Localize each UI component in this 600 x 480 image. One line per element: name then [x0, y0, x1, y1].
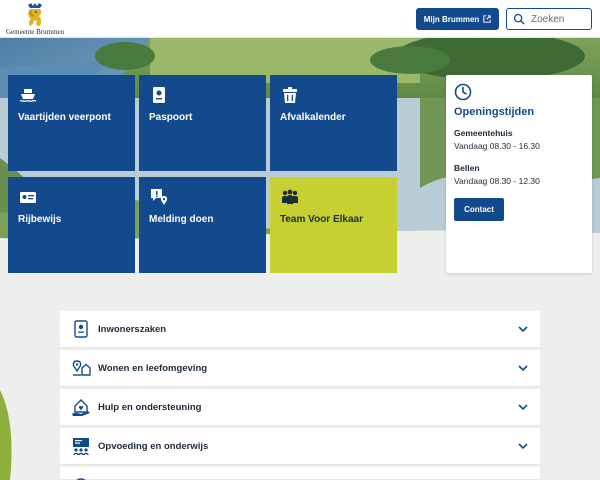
mijn-brummen-button[interactable]: Mijn Brummen	[416, 8, 499, 30]
resident-icon	[74, 320, 88, 338]
accordion-item-partial[interactable]	[60, 467, 540, 480]
gemeentehuis-label: Gemeentehuis	[454, 128, 513, 138]
tile-label: Afvalkalender	[280, 112, 346, 123]
accordion-item-wonen-en-leefomgeving[interactable]: Wonen en leefomgeving	[60, 350, 540, 387]
tile-label: Team Voor Elkaar	[280, 214, 363, 225]
living-environment-icon	[72, 360, 91, 376]
external-link-icon	[483, 15, 491, 23]
accordion-label: Opvoeding en onderwijs	[98, 441, 209, 452]
tile-label: Melding doen	[149, 214, 214, 225]
bellen-label: Bellen	[454, 163, 480, 173]
tile-melding-doen[interactable]: Melding doen	[139, 177, 266, 273]
accordion-item-hulp-en-ondersteuning[interactable]: Hulp en ondersteuning	[60, 389, 540, 426]
accordion-item-inwonerszaken[interactable]: Inwonerszaken	[60, 311, 540, 348]
partial-category-icon	[76, 478, 86, 480]
tile-label: Paspoort	[149, 112, 193, 123]
tile-team-voor-elkaar[interactable]: Team Voor Elkaar	[270, 177, 397, 273]
gemeentehuis-hours: Vandaag 08.30 - 16.30	[454, 141, 540, 151]
tile-vaartijden-veerpont[interactable]: Vaartijden veerpont	[8, 75, 135, 171]
opening-hours-title: Openingstijden	[454, 106, 535, 118]
search-box[interactable]	[506, 8, 592, 30]
team-icon	[282, 189, 298, 204]
site-header: Gemeente Brummen Mijn Brummen	[0, 0, 600, 38]
logo-text: Gemeente Brummen	[6, 28, 65, 36]
search-input[interactable]	[531, 13, 591, 25]
accordion-item-opvoeding-en-onderwijs[interactable]: Opvoeding en onderwijs	[60, 428, 540, 465]
mijn-brummen-label: Mijn Brummen	[423, 14, 480, 24]
tile-label: Vaartijden veerpont	[18, 112, 111, 123]
decorative-swoosh	[0, 390, 12, 480]
municipality-logo[interactable]: Gemeente Brummen	[6, 2, 64, 36]
tile-rijbewijs[interactable]: Rijbewijs	[8, 177, 135, 273]
bellen-hours: Vandaag 08.30 - 12.30	[454, 176, 540, 186]
ferry-icon	[19, 89, 37, 102]
driving-license-icon	[20, 192, 36, 203]
tile-label: Rijbewijs	[18, 214, 62, 225]
tile-afvalkalender[interactable]: Afvalkalender	[270, 75, 397, 171]
chevron-down-icon	[518, 404, 528, 411]
search-icon	[513, 13, 525, 25]
report-location-icon	[151, 189, 168, 205]
accordion-label: Inwonerszaken	[98, 324, 167, 335]
contact-button[interactable]: Contact	[454, 198, 504, 221]
passport-icon	[153, 87, 165, 103]
waste-bin-icon	[283, 87, 297, 103]
clock-icon	[454, 83, 472, 101]
tile-paspoort[interactable]: Paspoort	[139, 75, 266, 171]
opening-hours-card: Openingstijden Gemeentehuis Vandaag 08.3…	[446, 75, 592, 273]
chevron-down-icon	[518, 326, 528, 333]
accordion-label: Hulp en ondersteuning	[98, 402, 202, 413]
support-icon	[72, 399, 90, 416]
accordion-label: Wonen en leefomgeving	[98, 363, 208, 374]
chevron-down-icon	[518, 365, 528, 372]
chevron-down-icon	[518, 443, 528, 450]
education-icon	[73, 438, 89, 456]
lion-crest-icon	[28, 3, 42, 26]
